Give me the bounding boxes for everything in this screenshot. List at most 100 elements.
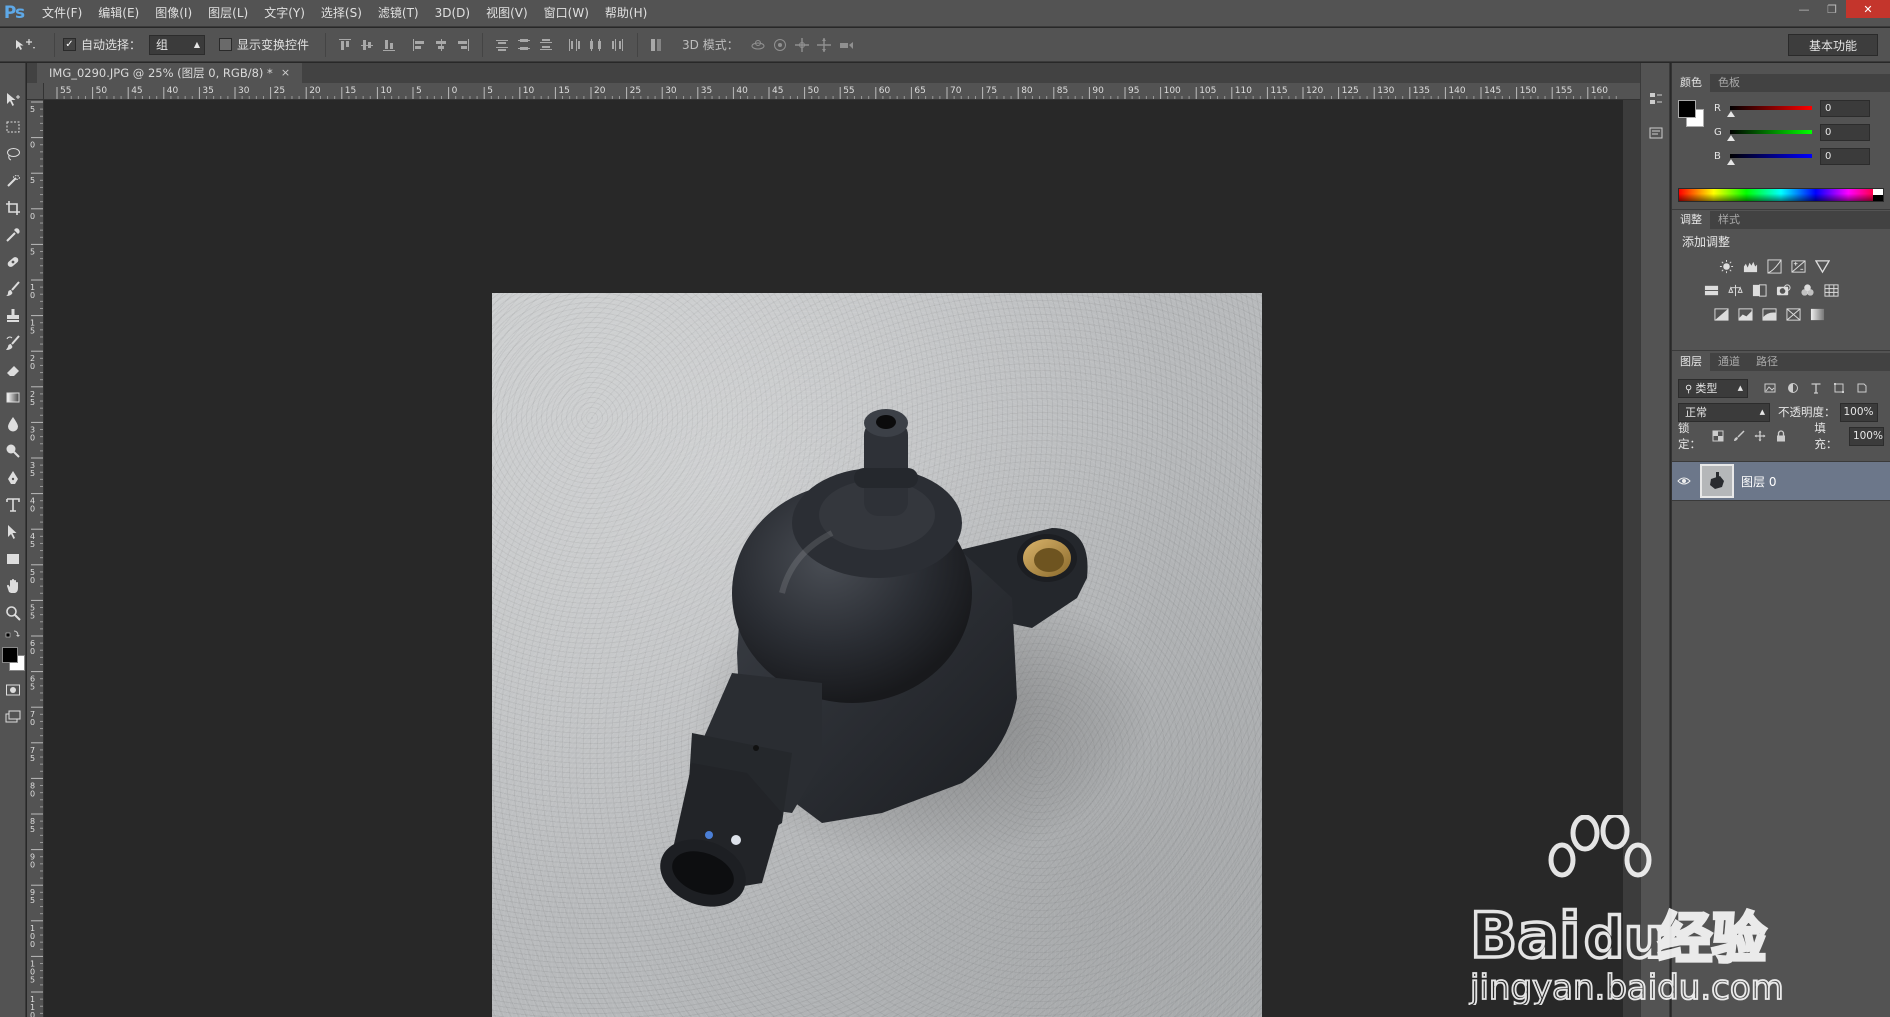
menu-image[interactable]: 图像(I) bbox=[147, 0, 200, 27]
type-tool-icon[interactable] bbox=[2, 494, 24, 516]
show-transform-checkbox[interactable] bbox=[219, 38, 233, 51]
lasso-tool-icon[interactable] bbox=[2, 143, 24, 165]
auto-align-icon[interactable] bbox=[646, 34, 668, 56]
horizontal-ruler[interactable]: 55 50 45 40 35 30 25 20 15 10 5 0 5 10 15 20 25 30 35 40 45 5… bbox=[27, 83, 1640, 100]
red-slider-thumb[interactable] bbox=[1727, 111, 1735, 117]
restore-icon[interactable]: ❐ bbox=[1818, 0, 1846, 18]
color-spectrum-ramp[interactable] bbox=[1678, 188, 1884, 202]
eyedropper-tool-icon[interactable] bbox=[2, 224, 24, 246]
green-slider[interactable] bbox=[1727, 130, 1812, 141]
3d-roll-icon[interactable] bbox=[769, 34, 791, 56]
clone-stamp-tool-icon[interactable] bbox=[2, 305, 24, 327]
black-white-icon[interactable] bbox=[1750, 281, 1768, 299]
menu-filter[interactable]: 滤镜(T) bbox=[370, 0, 427, 27]
vertical-ruler[interactable]: 5050510152025303540455055606570758085909… bbox=[27, 100, 44, 1017]
tab-color[interactable]: 颜色 bbox=[1672, 74, 1710, 92]
filter-type-icon[interactable] bbox=[1808, 380, 1824, 396]
healing-brush-tool-icon[interactable] bbox=[2, 251, 24, 273]
minimize-icon[interactable]: — bbox=[1790, 0, 1818, 18]
close-icon[interactable]: ✕ bbox=[1846, 0, 1890, 18]
layer-filter-kind-dropdown[interactable]: ⚲ 类型 ▲ bbox=[1678, 378, 1748, 398]
foreground-color-swatch[interactable] bbox=[1, 647, 18, 663]
distribute-top-icon[interactable] bbox=[491, 34, 513, 56]
green-value-field[interactable]: 0 bbox=[1820, 123, 1870, 141]
eraser-tool-icon[interactable] bbox=[2, 359, 24, 381]
document-tab[interactable]: IMG_0290.JPG @ 25% (图层 0, RGB/8) * × bbox=[37, 63, 303, 83]
tab-channels[interactable]: 通道 bbox=[1710, 353, 1748, 371]
menu-view[interactable]: 视图(V) bbox=[478, 0, 536, 27]
filter-shape-icon[interactable] bbox=[1831, 380, 1847, 396]
exposure-icon[interactable] bbox=[1789, 257, 1807, 275]
history-panel-icon[interactable] bbox=[1644, 87, 1668, 111]
selective-color-icon[interactable] bbox=[1784, 305, 1802, 323]
blue-slider[interactable] bbox=[1727, 154, 1812, 165]
move-tool-icon[interactable] bbox=[2, 89, 24, 111]
document-photo[interactable] bbox=[492, 293, 1262, 1017]
black-white-ramp[interactable] bbox=[1873, 189, 1883, 201]
align-hcenter-icon[interactable] bbox=[430, 34, 452, 56]
workspace-switcher-button[interactable]: 基本功能 bbox=[1788, 34, 1878, 56]
distribute-right-icon[interactable] bbox=[607, 34, 629, 56]
layer-name[interactable]: 图层 0 bbox=[1741, 473, 1776, 490]
invert-icon[interactable] bbox=[1712, 305, 1730, 323]
lock-all-icon[interactable] bbox=[1774, 428, 1788, 444]
layer-thumbnail[interactable] bbox=[1700, 464, 1734, 498]
hand-tool-icon[interactable] bbox=[2, 575, 24, 597]
crop-tool-icon[interactable] bbox=[2, 197, 24, 219]
distribute-left-icon[interactable] bbox=[563, 34, 585, 56]
blue-slider-thumb[interactable] bbox=[1727, 159, 1735, 165]
tab-swatches[interactable]: 色板 bbox=[1710, 74, 1748, 92]
marquee-tool-icon[interactable] bbox=[2, 116, 24, 138]
tab-adjustments[interactable]: 调整 bbox=[1672, 211, 1710, 229]
posterize-icon[interactable] bbox=[1736, 305, 1754, 323]
color-lookup-icon[interactable] bbox=[1822, 281, 1840, 299]
dodge-tool-icon[interactable] bbox=[2, 440, 24, 462]
lock-transparent-icon[interactable] bbox=[1711, 428, 1725, 444]
blue-value-field[interactable]: 0 bbox=[1820, 147, 1870, 165]
distribute-vcenter-icon[interactable] bbox=[513, 34, 535, 56]
menu-edit[interactable]: 编辑(E) bbox=[90, 0, 147, 27]
color-picker-swatches[interactable] bbox=[1678, 100, 1704, 128]
red-slider[interactable] bbox=[1727, 106, 1812, 117]
align-left-icon[interactable] bbox=[408, 34, 430, 56]
tab-paths[interactable]: 路径 bbox=[1748, 353, 1786, 371]
swap-colors-icon[interactable] bbox=[2, 629, 24, 639]
screen-mode-icon[interactable] bbox=[2, 706, 24, 728]
lock-pixels-icon[interactable] bbox=[1732, 428, 1746, 444]
align-right-icon[interactable] bbox=[452, 34, 474, 56]
brightness-contrast-icon[interactable] bbox=[1717, 257, 1735, 275]
filter-smart-object-icon[interactable] bbox=[1854, 380, 1870, 396]
foreground-color-chip[interactable] bbox=[1678, 100, 1696, 118]
channel-mixer-icon[interactable] bbox=[1798, 281, 1816, 299]
fill-field[interactable]: 100% bbox=[1848, 426, 1884, 446]
quick-mask-icon[interactable] bbox=[2, 679, 24, 701]
path-selection-tool-icon[interactable] bbox=[2, 521, 24, 543]
distribute-bottom-icon[interactable] bbox=[535, 34, 557, 56]
3d-rotate-icon[interactable] bbox=[747, 34, 769, 56]
layer-row[interactable]: 图层 0 bbox=[1672, 461, 1890, 501]
menu-help[interactable]: 帮助(H) bbox=[597, 0, 655, 27]
photo-filter-icon[interactable] bbox=[1774, 281, 1792, 299]
ruler-origin[interactable] bbox=[27, 83, 44, 100]
eye-icon[interactable] bbox=[1672, 476, 1696, 486]
tab-layers[interactable]: 图层 bbox=[1672, 353, 1710, 371]
menu-layer[interactable]: 图层(L) bbox=[200, 0, 256, 27]
color-swatches[interactable] bbox=[1, 645, 25, 673]
align-top-icon[interactable] bbox=[334, 34, 356, 56]
canvas-area[interactable] bbox=[45, 100, 1623, 1017]
blend-mode-dropdown[interactable]: 正常 ▲ bbox=[1678, 402, 1770, 422]
color-balance-icon[interactable] bbox=[1726, 281, 1744, 299]
menu-3d[interactable]: 3D(D) bbox=[427, 0, 478, 27]
3d-slide-icon[interactable] bbox=[813, 34, 835, 56]
menu-type[interactable]: 文字(Y) bbox=[256, 0, 313, 27]
gradient-map-icon[interactable] bbox=[1808, 305, 1826, 323]
menu-select[interactable]: 选择(S) bbox=[313, 0, 370, 27]
auto-select-dropdown[interactable]: 组 ▲ bbox=[149, 34, 206, 55]
green-slider-thumb[interactable] bbox=[1727, 135, 1735, 141]
align-bottom-icon[interactable] bbox=[378, 34, 400, 56]
menu-window[interactable]: 窗口(W) bbox=[536, 0, 597, 27]
zoom-tool-icon[interactable] bbox=[2, 602, 24, 624]
blur-tool-icon[interactable] bbox=[2, 413, 24, 435]
opacity-field[interactable]: 100% bbox=[1839, 402, 1878, 422]
3d-scale-icon[interactable] bbox=[835, 34, 857, 56]
